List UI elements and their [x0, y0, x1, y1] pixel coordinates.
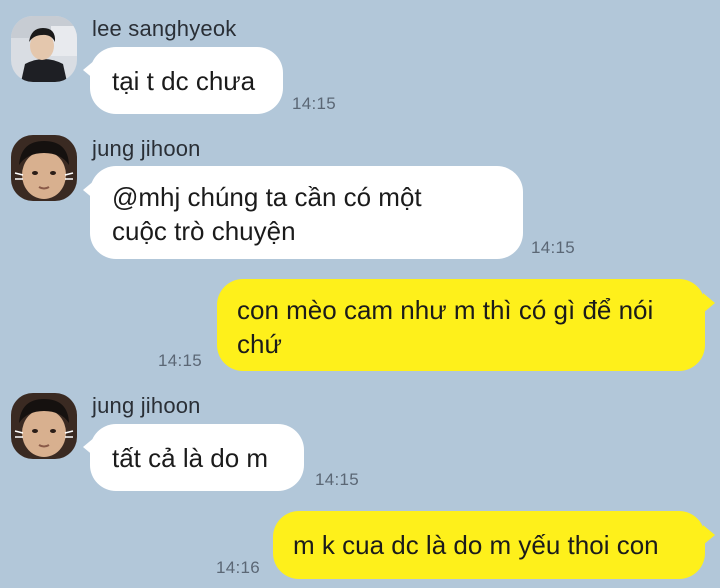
message-text: tại t dc chưa — [112, 66, 256, 96]
message-timestamp: 14:15 — [292, 94, 337, 113]
message-timestamp: 14:16 — [216, 558, 261, 577]
message-text: chứ — [237, 329, 282, 359]
profile-photo-icon — [11, 393, 77, 459]
avatar-lee-sanghyeok[interactable] — [11, 16, 77, 82]
message-text: tất cả là do m — [112, 443, 269, 473]
profile-photo-icon — [11, 135, 77, 201]
message-timestamp: 14:15 — [158, 351, 203, 370]
message-bubble-incoming[interactable]: tất cả là do m — [90, 424, 304, 491]
sender-name: lee sanghyeok — [92, 16, 237, 41]
avatar-jung-jihoon[interactable] — [11, 135, 77, 201]
bubble-tail — [703, 293, 715, 313]
message-bubble-incoming[interactable]: @mhj chúng ta cần có một cuộc trò chuyện — [90, 166, 523, 259]
profile-photo-icon — [11, 16, 77, 82]
message-text: con mèo cam như m thì có gì để nói — [237, 295, 654, 325]
message-text: m k cua dc là do m yếu thoi con — [293, 530, 659, 560]
avatar-jung-jihoon[interactable] — [11, 393, 77, 459]
message-text: @mhj chúng ta cần có một — [112, 182, 422, 212]
message-bubble-outgoing[interactable]: con mèo cam như m thì có gì để nói chứ — [217, 279, 705, 371]
message-bubble-outgoing[interactable]: m k cua dc là do m yếu thoi con — [273, 511, 705, 579]
bubble-tail — [703, 525, 715, 545]
sender-name: jung jihoon — [92, 393, 201, 418]
message-bubble-incoming[interactable]: tại t dc chưa — [90, 47, 283, 114]
message-timestamp: 14:15 — [531, 238, 576, 257]
message-text: cuộc trò chuyện — [112, 216, 296, 246]
sender-name: jung jihoon — [92, 136, 201, 161]
message-timestamp: 14:15 — [315, 470, 360, 489]
